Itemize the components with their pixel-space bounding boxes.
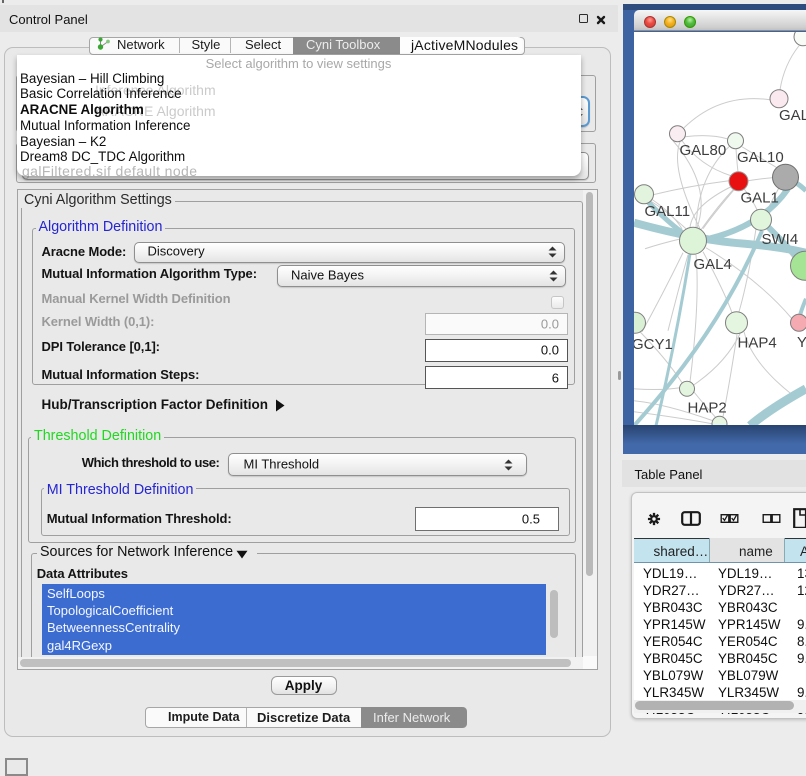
svg-text:SWI4: SWI4 (762, 230, 799, 247)
svg-text:GAL11: GAL11 (645, 202, 691, 219)
svg-text:GAL4: GAL4 (694, 255, 732, 272)
svg-text:GCY1: GCY1 (634, 335, 673, 352)
svg-text:HAP4: HAP4 (738, 334, 777, 351)
svg-text:HAP2: HAP2 (688, 399, 727, 416)
svg-text:GAL7: GAL7 (779, 106, 806, 123)
svg-text:GAL1: GAL1 (741, 189, 779, 206)
svg-text:YJ: YJ (797, 333, 806, 350)
svg-text:GAL10: GAL10 (737, 148, 784, 165)
svg-text:GAL80: GAL80 (680, 141, 727, 158)
